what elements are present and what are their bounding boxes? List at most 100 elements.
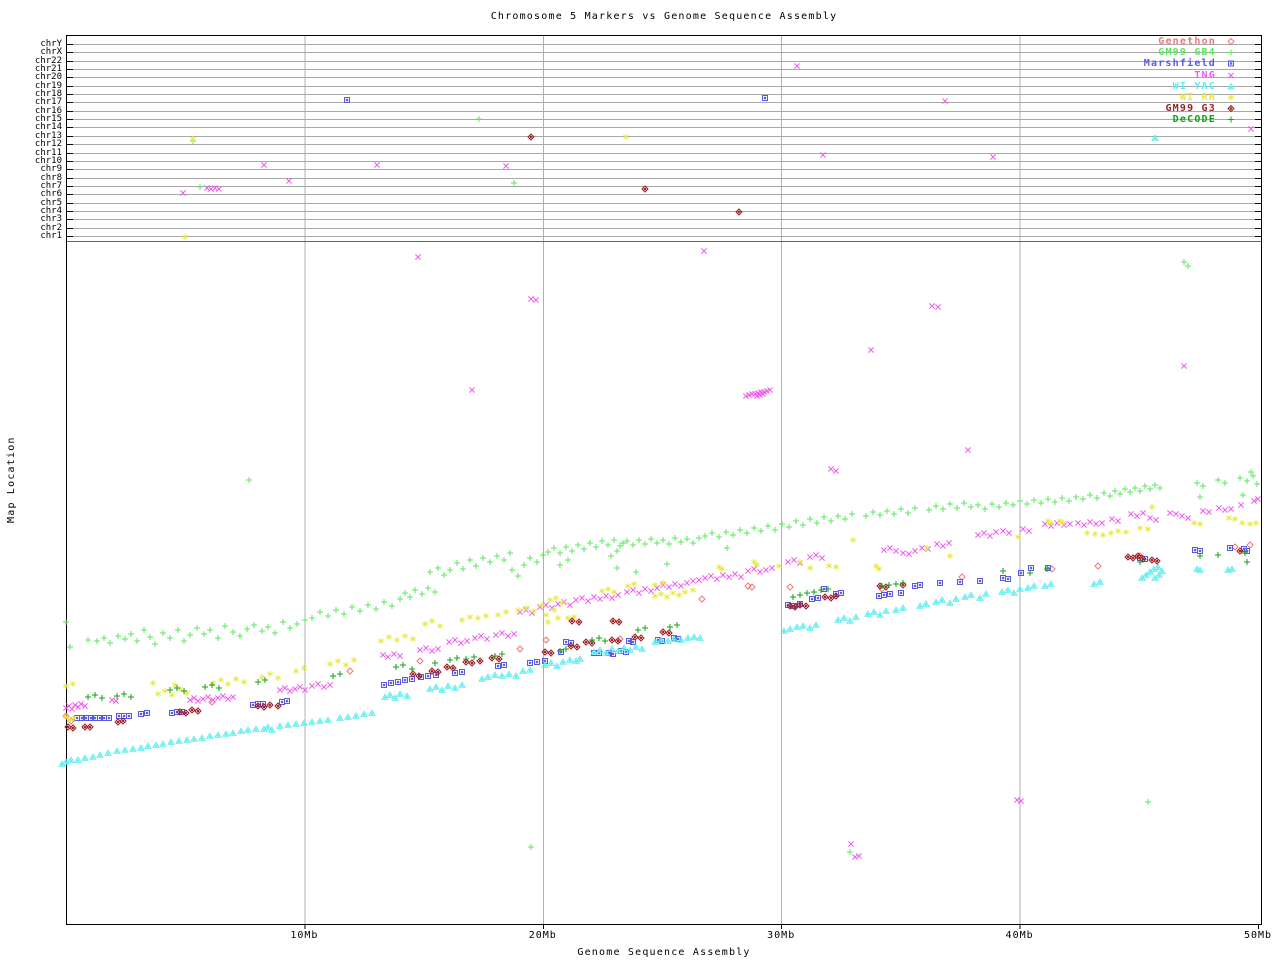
data-point <box>499 673 505 678</box>
data-point <box>744 530 750 536</box>
data-point <box>1020 526 1025 531</box>
data-point <box>200 696 205 701</box>
data-point <box>691 634 697 639</box>
data-point <box>791 557 796 562</box>
data-point <box>507 550 513 556</box>
data-point <box>301 665 306 671</box>
data-point <box>563 544 569 550</box>
data-point <box>965 447 970 452</box>
data-point <box>702 575 707 580</box>
data-point <box>565 557 571 563</box>
data-point <box>1222 480 1228 486</box>
data-point <box>961 500 967 506</box>
data-point <box>1042 583 1048 588</box>
data-point <box>145 743 151 748</box>
data-point <box>464 638 469 643</box>
data-point <box>1145 526 1150 532</box>
data-point <box>672 535 678 541</box>
data-point <box>459 617 464 623</box>
data-point <box>678 583 683 588</box>
data-point <box>253 726 259 731</box>
data-point <box>807 625 813 630</box>
data-point <box>660 629 666 635</box>
data-point <box>871 609 877 614</box>
data-point <box>676 592 681 598</box>
data-point <box>977 595 983 600</box>
data-point <box>389 681 394 686</box>
data-point <box>609 595 614 600</box>
data-point <box>1149 557 1155 563</box>
data-point <box>599 588 604 594</box>
data-point <box>394 637 399 643</box>
data-point <box>467 614 472 620</box>
data-point <box>893 581 899 587</box>
data-point <box>800 623 806 628</box>
data-point <box>121 691 127 697</box>
data-point <box>75 716 80 721</box>
data-point <box>664 594 669 600</box>
data-point <box>758 528 764 534</box>
data-point <box>534 559 540 565</box>
data-point <box>555 615 560 621</box>
data-point <box>417 658 423 664</box>
data-point <box>839 591 844 596</box>
data-point <box>614 548 620 554</box>
data-point <box>615 638 621 644</box>
data-point <box>69 706 74 711</box>
data-point <box>480 555 486 561</box>
data-point <box>1132 485 1138 491</box>
data-point <box>738 574 743 579</box>
data-point <box>369 710 375 715</box>
data-point <box>573 597 578 602</box>
data-point <box>648 536 654 542</box>
data-point <box>813 622 819 627</box>
data-point <box>678 539 684 545</box>
data-point <box>1216 505 1221 510</box>
data-point <box>596 635 602 641</box>
data-point <box>293 721 299 726</box>
data-point <box>499 630 504 635</box>
data-point <box>1247 521 1252 527</box>
data-point <box>968 592 974 597</box>
data-point <box>502 663 507 668</box>
data-point <box>576 619 582 625</box>
data-point <box>1073 494 1079 500</box>
data-point <box>664 561 670 567</box>
data-point <box>810 597 815 602</box>
data-point <box>560 659 566 664</box>
legend-item-marshfield: Marshfield <box>1110 58 1238 69</box>
data-point <box>425 585 431 591</box>
data-point <box>1048 581 1054 586</box>
chrom-label-chr14: chr14 <box>14 123 62 131</box>
data-point <box>189 707 195 713</box>
data-point <box>853 614 859 619</box>
data-point <box>70 681 75 687</box>
data-point <box>521 562 527 568</box>
data-point <box>433 684 439 689</box>
data-point <box>99 695 105 701</box>
data-point <box>923 601 929 606</box>
data-point <box>605 586 610 592</box>
data-point <box>975 502 981 508</box>
data-point <box>1157 485 1163 491</box>
data-point <box>1026 528 1031 533</box>
data-point <box>475 615 480 621</box>
data-point <box>737 527 743 533</box>
data-point <box>819 555 824 560</box>
data-point <box>417 647 422 652</box>
data-point <box>389 603 395 609</box>
data-point <box>325 717 331 722</box>
data-point <box>122 636 128 642</box>
data-point <box>968 504 974 510</box>
data-point <box>893 607 899 612</box>
data-point <box>865 611 871 616</box>
data-point <box>381 599 387 605</box>
data-point <box>469 660 475 666</box>
chrom-label-chr17: chr17 <box>14 98 62 106</box>
data-point <box>723 529 729 535</box>
data-point <box>543 637 549 643</box>
data-point <box>940 506 946 512</box>
data-point <box>535 660 540 665</box>
data-point <box>484 636 489 641</box>
data-point <box>115 719 121 725</box>
